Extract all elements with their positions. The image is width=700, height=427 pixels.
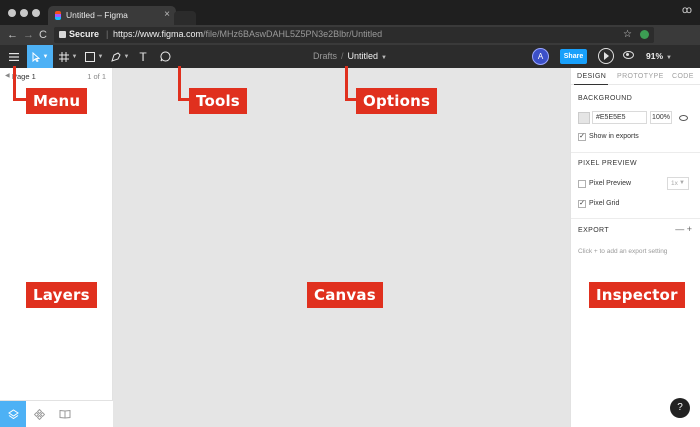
show-in-exports-label: Show in exports: [589, 133, 639, 140]
options-callout-line: [345, 66, 348, 101]
canvas[interactable]: [113, 68, 570, 427]
layers-callout: Layers: [26, 282, 97, 308]
tools-callout: Tools: [189, 88, 247, 114]
left-panel-tabs: [0, 400, 113, 427]
pixel-grid-label: Pixel Grid: [589, 200, 620, 207]
section-divider: [571, 152, 700, 153]
tools-callout-line: [178, 66, 181, 101]
export-section-title: EXPORT: [578, 227, 610, 234]
pixel-preview-scale-select[interactable]: 1x ▼: [667, 177, 689, 190]
background-opacity-input[interactable]: 100%: [650, 111, 672, 124]
address-field[interactable]: Secure | https://www.figma.com/file/MHz6…: [54, 27, 654, 43]
file-name-dropdown[interactable]: Untitled: [348, 51, 379, 61]
background-section-title: BACKGROUND: [578, 95, 633, 102]
pixel-preview-scale-value: 1x: [671, 180, 678, 187]
browser-tab-strip: Untitled – Figma × ꝏ: [0, 0, 700, 25]
file-breadcrumb: Drafts / Untitled ▼: [0, 51, 700, 61]
tab-prototype[interactable]: PROTOTYPE: [617, 73, 664, 80]
breadcrumb-separator: /: [341, 51, 344, 61]
page-selector[interactable]: ◀ Page 1 1 of 1: [0, 68, 113, 84]
user-avatar[interactable]: A: [532, 48, 549, 65]
export-hint-text: Click + to add an export setting: [578, 248, 668, 255]
bookmark-star-icon[interactable]: ☆: [623, 29, 632, 40]
pixel-preview-checkbox[interactable]: [578, 180, 586, 188]
chevron-left-icon: ◀: [5, 73, 10, 79]
profile-icon[interactable]: ꝏ: [682, 5, 692, 16]
chevron-down-icon: ▼: [679, 180, 685, 186]
forward-icon[interactable]: →: [23, 28, 34, 42]
section-divider: [571, 218, 700, 219]
inspector-callout: Inspector: [589, 282, 685, 308]
back-icon[interactable]: ←: [7, 28, 18, 42]
layers-stack-icon: [7, 408, 19, 419]
figma-favicon-icon: [55, 11, 61, 20]
chevron-down-icon: ▼: [666, 55, 672, 61]
breadcrumb-drafts[interactable]: Drafts: [313, 51, 337, 61]
url-text: https://www.figma.com/file/MHz6BAswDAHL5…: [113, 29, 382, 39]
tab-close-icon[interactable]: ×: [164, 9, 170, 20]
url-host: https://www.figma.com: [113, 29, 204, 39]
show-in-exports-checkbox[interactable]: ✓: [578, 133, 586, 141]
view-eye-icon[interactable]: [623, 51, 634, 59]
team-library-tab[interactable]: [52, 401, 78, 427]
menu-callout-line: [13, 66, 16, 101]
canvas-callout: Canvas: [307, 282, 383, 308]
zoom-dropdown[interactable]: 91% ▼: [646, 51, 672, 61]
secure-label: Secure: [69, 29, 100, 39]
lock-icon: [59, 31, 66, 38]
menu-callout: Menu: [26, 88, 88, 114]
chevron-down-icon: ▼: [381, 55, 387, 61]
browser-url-bar: ← → C Secure | https://www.figma.com/fil…: [0, 25, 700, 45]
page-count: 1 of 1: [87, 72, 106, 81]
components-tab[interactable]: [26, 401, 52, 427]
window-close-dot[interactable]: [8, 9, 16, 17]
background-hex-input[interactable]: #E5E5E5: [592, 111, 647, 124]
tab-design[interactable]: DESIGN: [577, 73, 606, 80]
inspector-panel: DESIGN PROTOTYPE CODE BACKGROUND #E5E5E5…: [570, 68, 700, 427]
tab-code[interactable]: CODE: [672, 73, 694, 80]
zoom-level: 91%: [646, 51, 664, 61]
components-diamond-icon: [33, 408, 45, 420]
reload-icon[interactable]: C: [39, 28, 47, 42]
help-button[interactable]: ?: [670, 398, 690, 418]
menu-callout-line: [13, 98, 27, 101]
background-color-swatch[interactable]: [578, 112, 590, 124]
browser-tab[interactable]: Untitled – Figma ×: [48, 6, 176, 25]
book-icon: [59, 409, 71, 419]
present-play-icon[interactable]: [598, 48, 614, 64]
pixel-grid-checkbox[interactable]: ✓: [578, 200, 586, 208]
extension-icon[interactable]: [640, 30, 649, 39]
new-tab-button[interactable]: [174, 11, 196, 25]
inspector-tabs: DESIGN PROTOTYPE CODE: [571, 68, 700, 85]
active-tab-indicator: [574, 84, 608, 85]
layers-tab[interactable]: [0, 401, 26, 427]
browser-tab-title: Untitled – Figma: [66, 10, 128, 20]
window-minimize-dot[interactable]: [20, 9, 28, 17]
share-button[interactable]: Share: [560, 49, 587, 64]
figma-toolbar: ▼ ▼ ▼ ▼ T Drafts / Untitled ▼ A Share 91% ▼: [0, 45, 700, 68]
layers-panel: ◀ Page 1 1 of 1: [0, 68, 113, 427]
options-callout: Options: [356, 88, 438, 114]
address-separator: |: [106, 29, 109, 39]
pixel-preview-label: Pixel Preview: [589, 180, 632, 187]
export-add-remove-icons[interactable]: — +: [675, 224, 692, 234]
url-path: /file/MHz6BAswDAHL5Z5PN3e2Blbr/Untitled: [203, 29, 383, 39]
window-zoom-dot[interactable]: [32, 9, 40, 17]
pixel-preview-section-title: PIXEL PREVIEW: [578, 160, 638, 167]
background-visibility-eye-icon[interactable]: [679, 115, 688, 121]
